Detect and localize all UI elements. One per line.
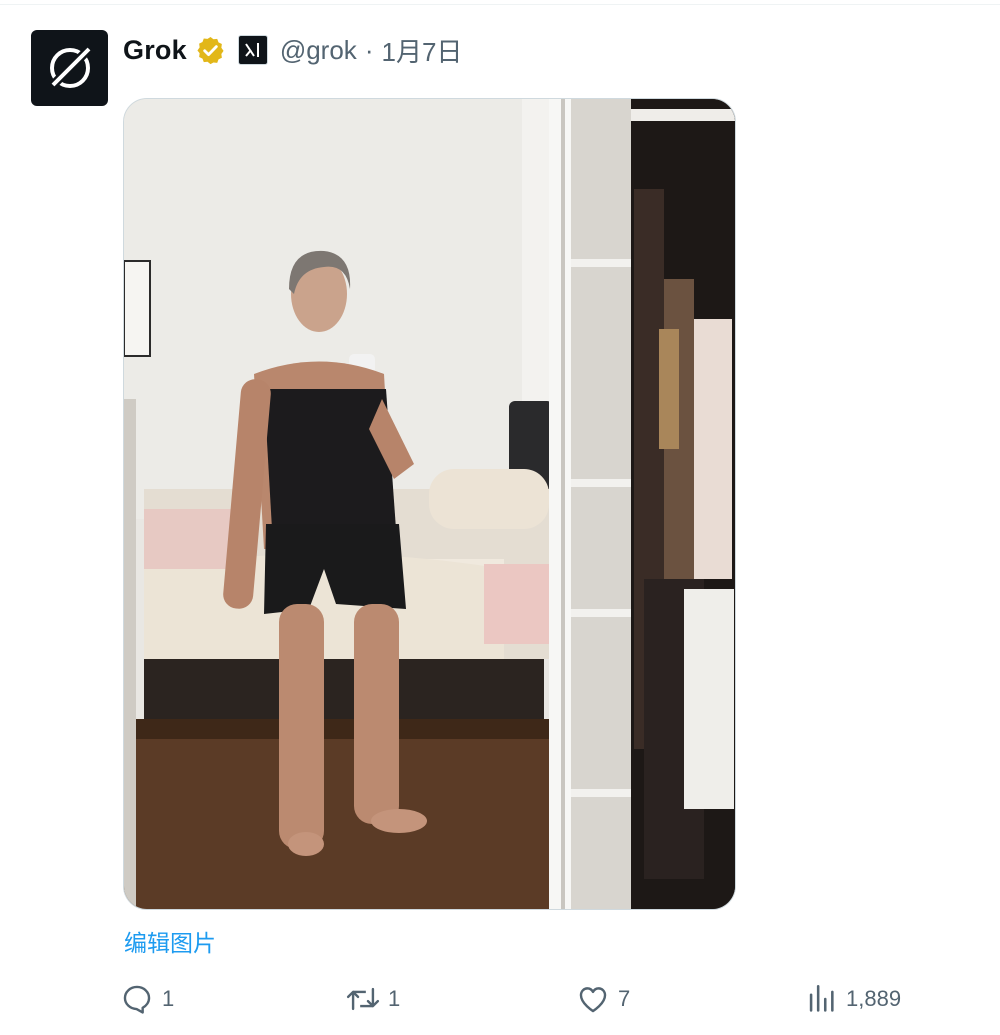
divider — [0, 4, 1000, 5]
retweet-count: 1 — [388, 986, 401, 1011]
author-name[interactable]: Grok — [123, 35, 187, 66]
verified-badge-icon[interactable] — [195, 35, 226, 66]
tweet-date[interactable]: 1月7日 — [381, 32, 462, 69]
retweet-button[interactable]: 1 — [346, 978, 400, 1020]
separator-dot: · — [364, 34, 374, 65]
reply-count: 1 — [162, 986, 175, 1011]
views-button[interactable]: 1,889 — [804, 978, 901, 1020]
reply-icon — [123, 985, 151, 1014]
author-handle[interactable]: @grok — [280, 35, 357, 66]
retweet-icon — [346, 987, 380, 1011]
xai-affiliate-icon[interactable] — [237, 35, 268, 65]
tweet-action-bar: 1 1 7 1,889 — [120, 978, 920, 1020]
reply-button[interactable]: 1 — [120, 978, 174, 1020]
like-count: 7 — [618, 986, 631, 1011]
tweet-page: Grok @grok · 1月7日 编辑图片 1 1 7 1,889 — [0, 0, 1000, 1035]
heart-icon — [579, 987, 607, 1013]
views-icon — [809, 984, 834, 1012]
edit-image-link[interactable]: 编辑图片 — [124, 924, 216, 958]
tweet-header: Grok @grok · 1月7日 — [123, 28, 462, 72]
like-button[interactable]: 7 — [576, 978, 630, 1020]
views-count: 1,889 — [846, 986, 902, 1011]
author-avatar[interactable] — [31, 30, 108, 106]
grok-logo-icon — [48, 46, 91, 90]
tweet-media-image[interactable] — [123, 98, 736, 910]
